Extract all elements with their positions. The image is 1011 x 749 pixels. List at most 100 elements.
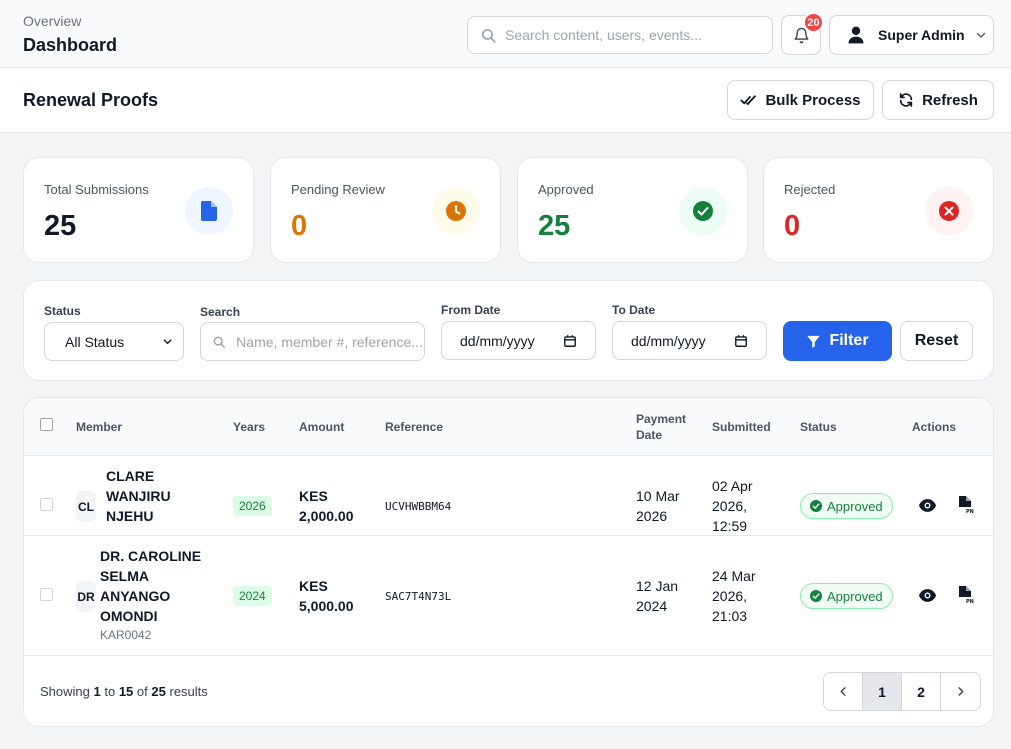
bulk-process-button[interactable]: Bulk Process — [727, 80, 874, 120]
filter-button[interactable]: Filter — [783, 321, 892, 361]
previous-page-button[interactable] — [824, 673, 863, 710]
png-file-icon: PNG — [959, 586, 974, 604]
view-button[interactable] — [918, 586, 936, 604]
member-name-line: CLARE — [106, 468, 155, 484]
status-text: Approved — [827, 588, 883, 604]
status-filter-label: Status — [44, 304, 81, 318]
download-png-button[interactable]: PNG — [957, 496, 975, 514]
payment-date-year: 2026 — [636, 508, 668, 524]
x-circle-icon — [925, 187, 973, 235]
status-badge: Approved — [800, 583, 893, 609]
stat-card-total: Total Submissions 25 — [23, 157, 254, 263]
results-of-word: of — [136, 684, 148, 699]
svg-text:PNG: PNG — [966, 599, 974, 604]
results-to-word: to — [104, 684, 116, 699]
column-header-actions: Actions — [912, 420, 957, 434]
stat-label: Rejected — [784, 182, 836, 197]
global-search-input[interactable] — [505, 27, 755, 43]
amount: KES 2,000.00 — [299, 486, 354, 526]
refresh-button[interactable]: Refresh — [882, 80, 994, 120]
calendar-icon — [735, 334, 747, 347]
member-name[interactable]: CLARE WANJIRU NJEHU — [106, 466, 216, 526]
member-search-field[interactable] — [200, 322, 425, 361]
member-name-line: OMONDI — [100, 608, 158, 624]
search-icon — [481, 28, 496, 43]
page-button-2[interactable]: 2 — [902, 673, 941, 710]
table-row: CL CLARE WANJIRU NJEHU 2026 KES 2,000.00… — [24, 456, 993, 536]
from-date-placeholder: dd/mm/yyyy — [460, 332, 535, 349]
chevron-right-icon — [958, 687, 964, 696]
global-search[interactable] — [467, 16, 773, 54]
stat-value: 25 — [44, 210, 77, 242]
status-select-value: All Status — [65, 333, 125, 350]
funnel-icon — [807, 335, 821, 348]
to-date-placeholder: dd/mm/yyyy — [631, 332, 706, 349]
year-badge: 2026 — [233, 496, 272, 516]
member-search-input[interactable] — [236, 333, 424, 350]
eye-icon — [918, 498, 936, 512]
user-icon — [848, 26, 864, 44]
submitted-date: 24 Mar 2026, 21:03 — [712, 566, 756, 626]
member-name-line: WANJIRU — [106, 488, 171, 504]
refresh-icon — [899, 93, 913, 107]
member-number: KAR0042 — [100, 628, 152, 642]
amount: KES 5,000.00 — [299, 576, 354, 616]
member-name-line: NJEHU — [106, 508, 154, 524]
breadcrumb: Overview — [23, 13, 82, 29]
column-header-submitted: Submitted — [712, 420, 771, 434]
chevron-left-icon — [840, 687, 846, 696]
check-circle-icon — [810, 590, 822, 602]
payment-date-year: 2024 — [636, 598, 668, 614]
row-checkbox[interactable] — [40, 588, 53, 601]
payment-date-day: 12 Jan — [636, 578, 679, 594]
submitted-date-time: 21:03 — [712, 608, 748, 624]
from-date-input[interactable]: dd/mm/yyyy — [441, 321, 596, 360]
submitted-date-year: 2026, — [712, 498, 748, 514]
reference-code: UCVHWBBM64 — [385, 500, 452, 513]
download-png-button[interactable]: PNG — [957, 586, 975, 604]
column-header-payment-date: Payment Date — [636, 411, 686, 443]
avatar: CL — [76, 491, 96, 522]
status-badge: Approved — [800, 493, 893, 519]
status-select[interactable]: All Status — [44, 322, 184, 361]
from-date-label: From Date — [441, 303, 501, 317]
reference-code: SAC7T4N73L — [385, 590, 452, 603]
amount-value: 2,000.00 — [299, 508, 354, 524]
eye-icon — [918, 588, 936, 602]
page-button-1[interactable]: 1 — [863, 673, 902, 710]
reset-button[interactable]: Reset — [900, 321, 973, 361]
stat-label: Total Submissions — [44, 182, 149, 197]
stat-card-pending: Pending Review 0 — [270, 157, 501, 263]
status-text: Approved — [827, 498, 883, 514]
column-header-payment-date-line1: Payment — [636, 412, 687, 426]
submitted-date: 02 Apr 2026, 12:59 — [712, 476, 752, 536]
stat-card-approved: Approved 25 — [517, 157, 748, 263]
table-row: DR DR. CAROLINE SELMA ANYANGO OMONDI KAR… — [24, 536, 993, 656]
member-name[interactable]: DR. CAROLINE SELMA ANYANGO OMONDI — [100, 546, 220, 626]
user-name: Super Admin — [878, 27, 965, 43]
stat-card-rejected: Rejected 0 — [763, 157, 994, 263]
submitted-date-time: 12:59 — [712, 518, 748, 534]
row-checkbox[interactable] — [40, 498, 53, 511]
to-date-input[interactable]: dd/mm/yyyy — [612, 321, 767, 360]
member-name-line: DR. CAROLINE — [100, 548, 202, 564]
top-header: Overview Dashboard 20 Super Admin — [0, 0, 1011, 68]
double-check-icon — [740, 94, 757, 105]
section-header: Renewal Proofs Bulk Process Refresh — [0, 68, 1011, 133]
check-circle-icon — [679, 187, 727, 235]
results-total: 25 — [151, 684, 166, 699]
submitted-date-day: 24 Mar — [712, 568, 756, 584]
renewal-proofs-table: Member Years Amount Reference Payment Da… — [23, 397, 994, 727]
bulk-process-label: Bulk Process — [765, 91, 861, 109]
stat-value: 0 — [291, 210, 308, 242]
clock-icon — [432, 187, 480, 235]
select-all-checkbox[interactable] — [40, 418, 53, 431]
user-menu-button[interactable]: Super Admin — [829, 15, 994, 55]
section-title: Renewal Proofs — [23, 90, 159, 110]
to-date-label: To Date — [612, 303, 656, 317]
view-button[interactable] — [918, 496, 936, 514]
next-page-button[interactable] — [941, 673, 980, 710]
column-header-amount: Amount — [299, 420, 345, 434]
stat-label: Approved — [538, 182, 594, 197]
submitted-date-day: 02 Apr — [712, 478, 753, 494]
